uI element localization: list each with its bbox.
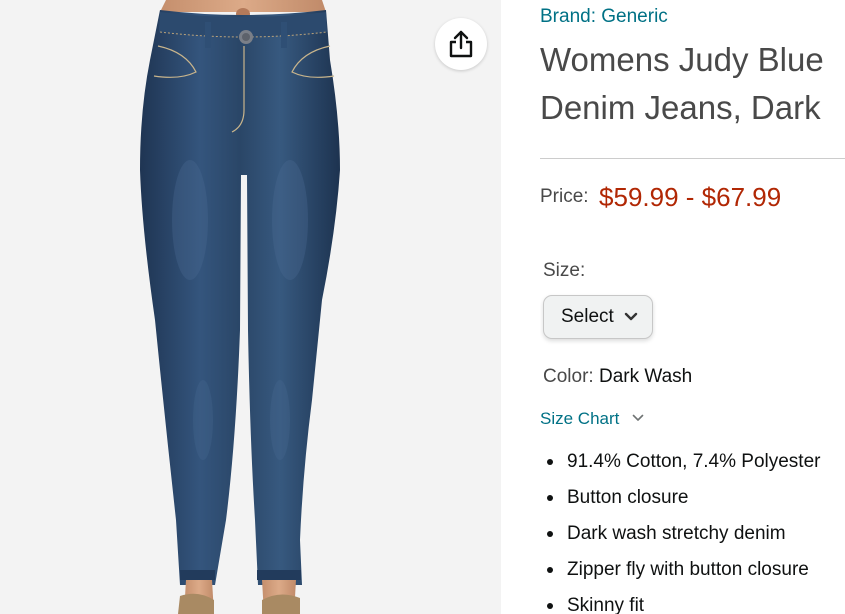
price-value: $59.99 - $67.99: [599, 182, 782, 212]
brand-link[interactable]: Brand: Generic: [540, 6, 668, 28]
share-icon: [449, 30, 473, 58]
product-details: Brand: Generic Womens Judy Blue Denim Je…: [540, 0, 845, 614]
price-label: Price:: [540, 186, 589, 207]
size-chart-label: Size Chart: [540, 409, 620, 428]
chevron-down-icon: [624, 312, 638, 321]
product-title-line: Womens Judy Blue: [540, 41, 824, 78]
product-image[interactable]: [0, 0, 501, 614]
list-item: Dark wash stretchy denim: [540, 522, 820, 558]
share-button[interactable]: [435, 18, 487, 70]
feature-text: Zipper fly with button closure: [567, 559, 809, 580]
feature-list: 91.4% Cotton, 7.4% Polyester Button clos…: [540, 450, 820, 614]
color-label: Color:: [543, 366, 594, 387]
price-row: Price: $59.99 - $67.99: [540, 182, 781, 213]
bullet: [547, 531, 553, 537]
product-image-panel: [0, 0, 501, 614]
feature-text: Dark wash stretchy denim: [567, 523, 786, 544]
feature-text: 91.4% Cotton, 7.4% Polyester: [567, 451, 821, 472]
bullet: [547, 495, 553, 501]
feature-text: Skinny fit: [567, 595, 645, 614]
size-dropdown[interactable]: Select: [543, 295, 653, 339]
list-item: Button closure: [540, 486, 820, 522]
size-label: Size:: [543, 260, 586, 281]
size-chart-link[interactable]: Size Chart: [540, 409, 644, 429]
size-dropdown-value: Select: [561, 306, 614, 327]
chevron-down-icon: [632, 414, 644, 421]
divider: [540, 158, 845, 159]
color-value: Dark Wash: [598, 366, 693, 387]
bullet: [547, 603, 553, 609]
feature-text: Button closure: [567, 487, 689, 508]
color-row: Color: Dark Wash: [543, 366, 692, 388]
product-title: Womens Judy Blue Denim Jeans, Dark: [540, 36, 845, 132]
list-item: 91.4% Cotton, 7.4% Polyester: [540, 450, 820, 486]
bullet: [547, 459, 553, 465]
list-item: Zipper fly with button closure: [540, 558, 820, 594]
bullet: [547, 567, 553, 573]
list-item: Skinny fit: [540, 594, 820, 614]
product-title-line: Denim Jeans, Dark: [540, 89, 821, 126]
